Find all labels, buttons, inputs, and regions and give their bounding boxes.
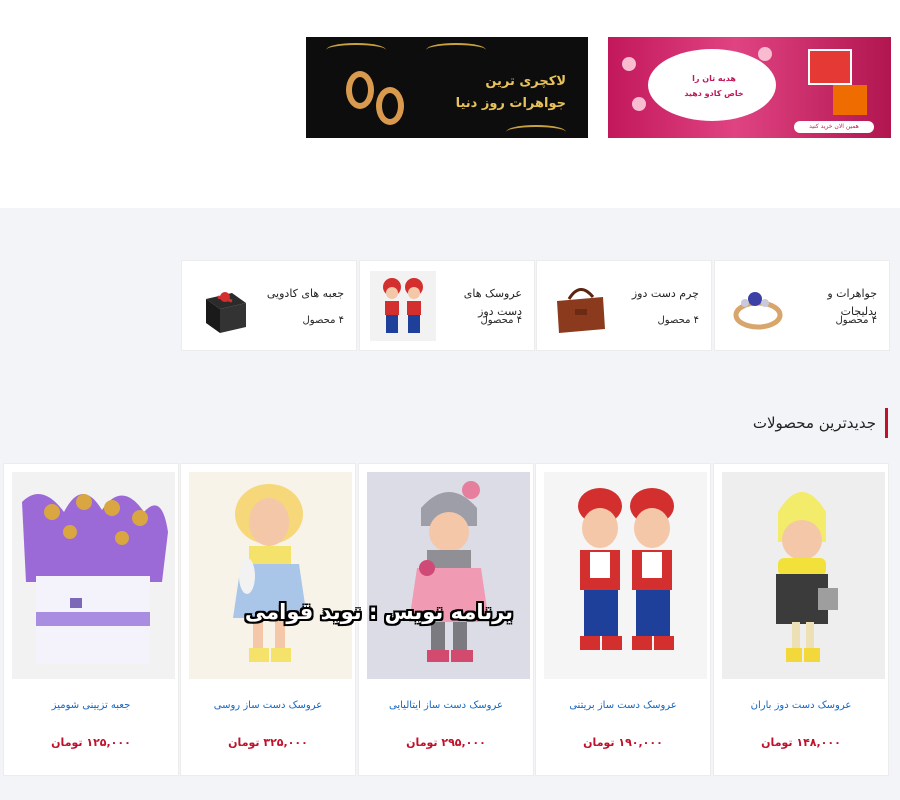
ornament-decoration [426,43,486,57]
category-name: چرم دست دوز [631,287,699,300]
product-name[interactable]: جعبه تزیینی شومیز [4,700,178,711]
ornament-decoration [506,125,566,138]
gift-banner[interactable]: هدیه تان را خاص کادو دهید همین الان خرید… [608,37,891,138]
product-price: ۱۴۸,۰۰۰ تومان [761,736,841,749]
product-card[interactable]: عروسک دست ساز بریتنی ۱۹۰,۰۰۰ تومان [535,463,711,776]
ring-icon [346,71,374,109]
category-count: ۴ محصول [835,315,877,326]
product-image[interactable] [722,472,885,679]
category-item-dolls[interactable]: عروسک های دست دوز ۴ محصول [359,260,535,351]
dolls-image [370,271,436,341]
product-card[interactable]: جعبه تزیینی شومیز ۱۲۵,۰۰۰ تومان [3,463,179,776]
gift-box-image [192,271,258,341]
product-name[interactable]: عروسک دست ساز بریتنی [536,700,710,711]
jewelry-banner-line2: جواهرات روز دنیا [455,96,566,111]
jewelry-banner[interactable]: لاکچری ترین جواهرات روز دنیا [306,37,588,138]
flower-decoration [622,57,636,71]
product-name[interactable]: عروسک دست دوز باران [714,700,888,711]
gift-box-icon [808,49,852,85]
gift-banner-line2: خاص کادو دهید [684,89,744,98]
category-count: ۴ محصول [302,315,344,326]
gift-cta-button[interactable]: همین الان خرید کنید [794,121,874,133]
category-item-leather[interactable]: چرم دست دوز ۴ محصول [536,260,712,351]
product-price: ۱۲۵,۰۰۰ تومان [51,736,131,749]
product-image[interactable] [189,472,352,679]
category-count: ۴ محصول [657,315,699,326]
banner-area: لاکچری ترین جواهرات روز دنیا هدیه تان را… [0,0,900,208]
flower-decoration [632,97,646,111]
product-price: ۱۹۰,۰۰۰ تومان [583,736,663,749]
category-item-jewelry[interactable]: جواهرات و بدلیجات ۴ محصول [714,260,890,351]
product-price: ۳۲۵,۰۰۰ تومان [228,736,308,749]
section-title: جدیدترین محصولات [753,408,888,438]
product-image[interactable] [12,472,175,679]
jewelry-banner-text: لاکچری ترین جواهرات روز دنیا [456,71,566,115]
product-image[interactable] [367,472,530,679]
ornament-decoration [326,43,386,57]
gift-box-icon [833,85,867,115]
ring-icon [376,87,404,125]
product-price: ۲۹۵,۰۰۰ تومان [406,736,486,749]
gift-banner-text: هدیه تان را خاص کادو دهید [668,71,760,101]
category-row: جواهرات و بدلیجات ۴ محصول چرم دست دوز ۴ … [181,260,891,351]
ring-image [725,271,791,341]
product-name[interactable]: عروسک دست ساز روسی [181,700,355,711]
category-item-gift-boxes[interactable]: جعبه های کادویی ۴ محصول [181,260,357,351]
category-name: جعبه های کادویی [266,287,344,300]
gift-banner-line1: هدیه تان را [692,74,736,83]
product-card[interactable]: عروسک دست دوز باران ۱۴۸,۰۰۰ تومان [713,463,889,776]
jewelry-banner-line1: لاکچری ترین [485,74,566,89]
leather-bag-image [547,271,613,341]
category-count: ۴ محصول [480,315,522,326]
flower-decoration [758,47,772,61]
product-name[interactable]: عروسک دست ساز ایتالیایی [359,700,533,711]
product-image[interactable] [544,472,707,679]
developer-watermark: برنامه نویس : نوید قوامی [244,600,514,624]
